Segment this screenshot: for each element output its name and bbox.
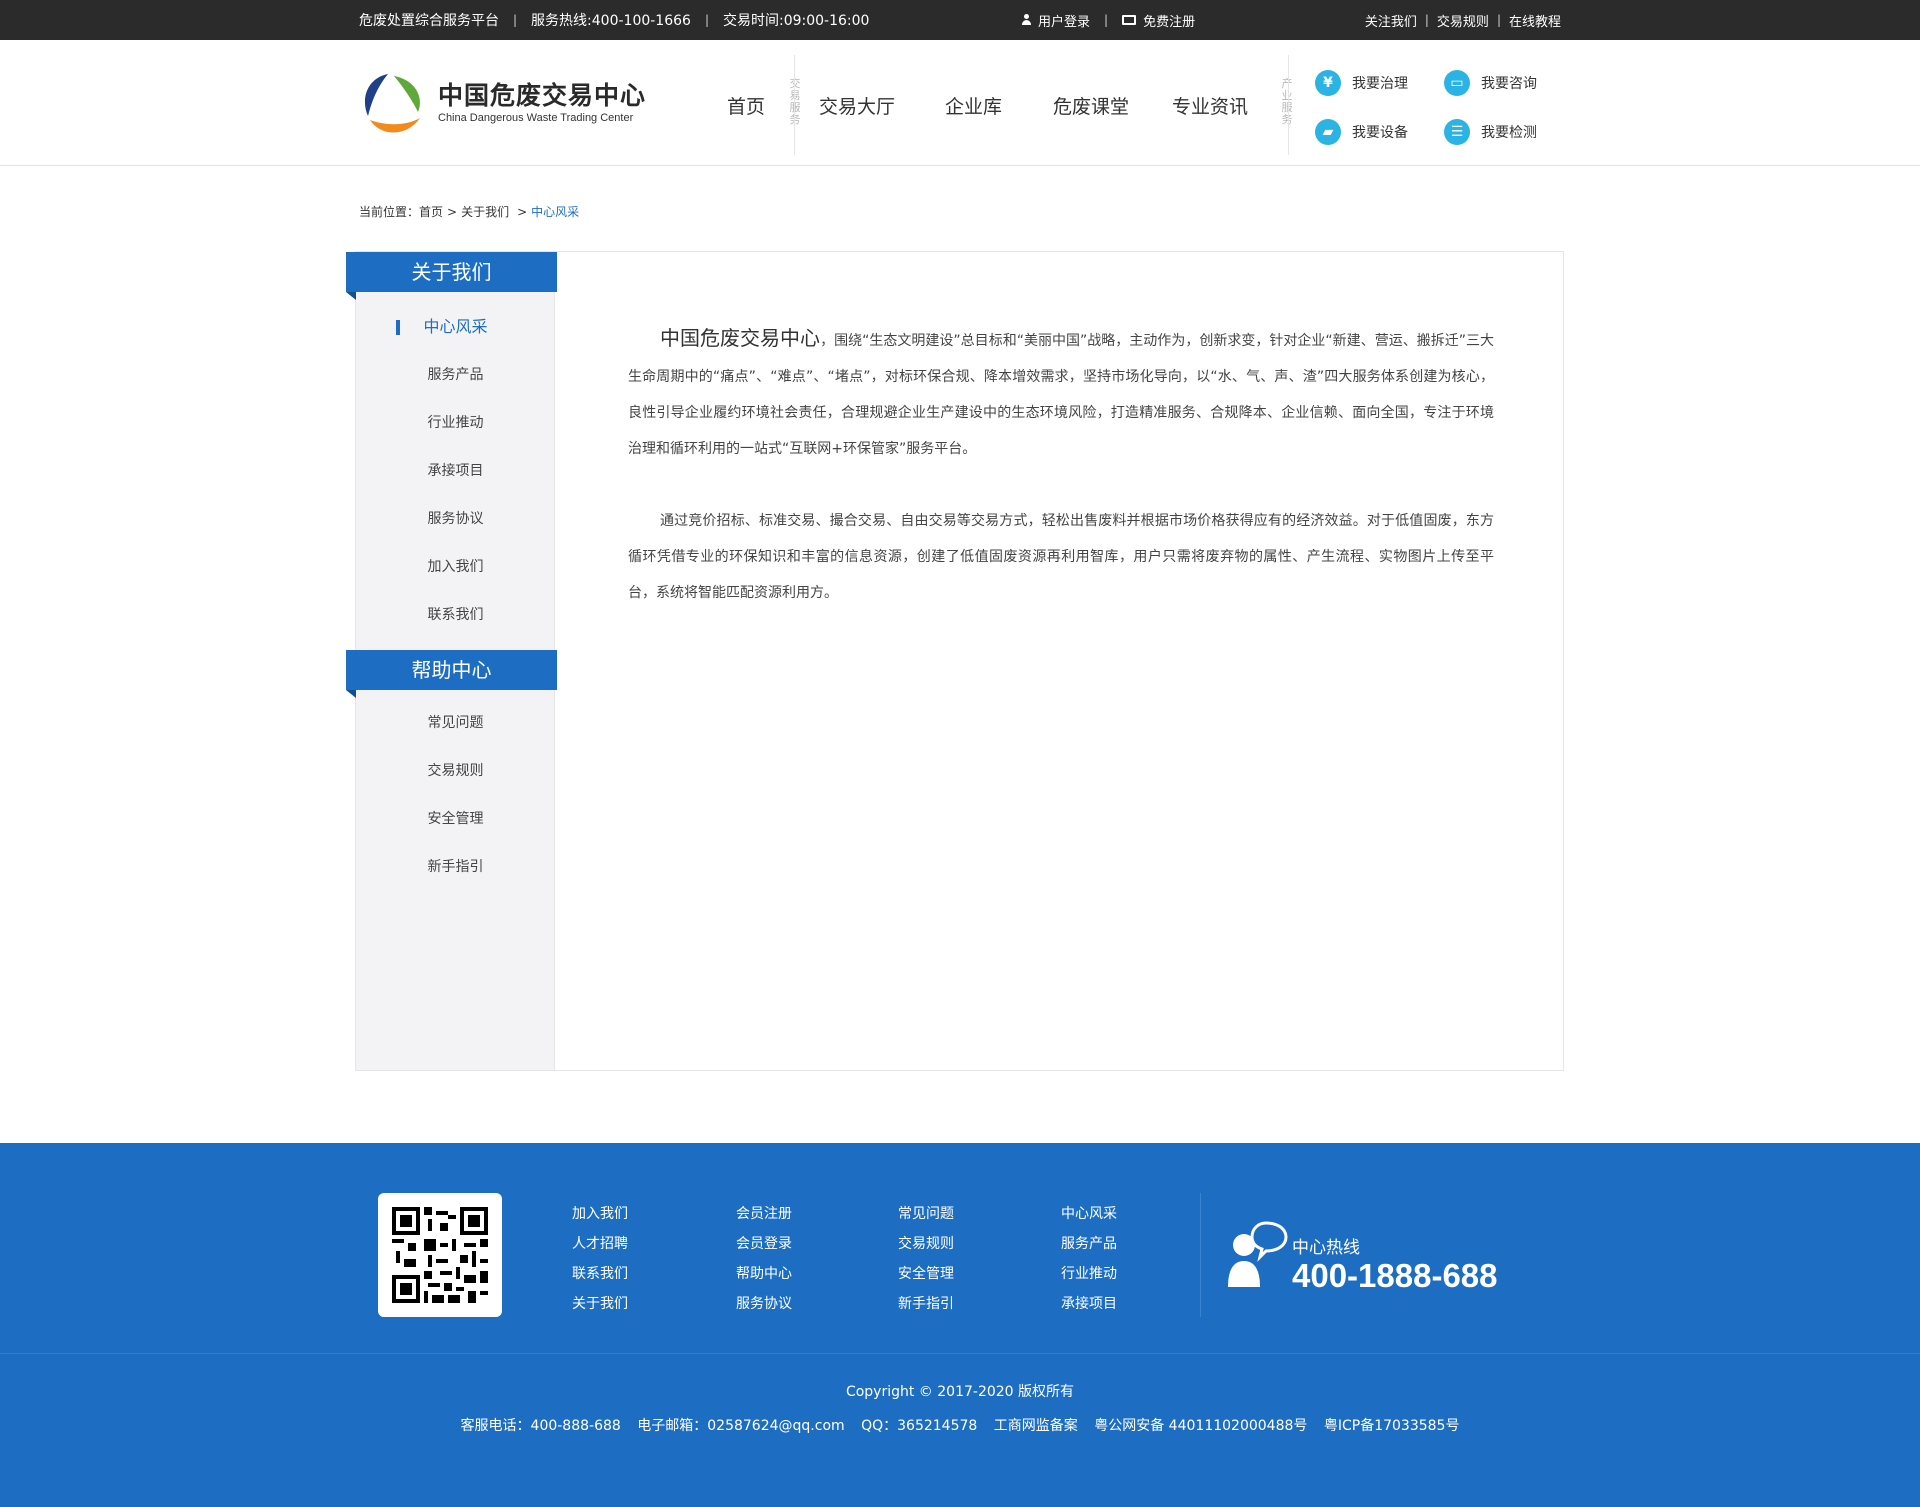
site-footer: 加入我们 人才招聘 联系我们 关于我们 会员注册 会员登录 帮助中心 服务协议 …	[0, 1143, 1920, 1507]
sidebar-item-projects[interactable]: 承接项目	[356, 456, 555, 486]
online-tutorial-link[interactable]: 在线教程	[1509, 11, 1561, 30]
footer-column: 常见问题 交易规则 安全管理 新手指引	[898, 1199, 954, 1319]
trade-rules-link[interactable]: 交易规则	[1437, 11, 1489, 30]
service-label: 我要咨询	[1481, 76, 1537, 92]
sidebar-item-center-style[interactable]: 中心风采	[356, 312, 555, 342]
qr-code-icon	[392, 1207, 488, 1303]
footer-column: 加入我们 人才招聘 联系我们 关于我们	[572, 1199, 628, 1319]
trade-service-label: 交易服务	[789, 77, 801, 126]
contact-qq: QQ：365214578	[861, 1418, 978, 1434]
site-header: 中国危废交易中心 China Dangerous Waste Trading C…	[0, 40, 1920, 166]
user-icon	[1021, 14, 1032, 26]
nav-trading-hall[interactable]: 交易大厅	[819, 92, 895, 119]
footer-hotline: 中心热线 400-1888-688	[1226, 1221, 1526, 1301]
footer-link[interactable]: 行业推动	[1061, 1259, 1117, 1289]
footer-link[interactable]: 新手指引	[898, 1289, 954, 1319]
footer-link[interactable]: 人才招聘	[572, 1229, 628, 1259]
industry-service-label: 产业服务	[1281, 77, 1293, 126]
footer-link[interactable]: 承接项目	[1061, 1289, 1117, 1319]
paragraph: 通过竞价招标、标准交易、撮合交易、自由交易等交易方式，轻松出售废料并根据市场价格…	[628, 513, 1494, 601]
footer-link[interactable]: 常见问题	[898, 1199, 954, 1229]
paragraph: 中国危废交易中心，围绕“生态文明建设”总目标和“美丽中国”战略，主动作为，创新求…	[628, 326, 1495, 457]
sidebar-heading-help: 帮助中心	[346, 650, 557, 698]
card-icon: ▭	[1444, 70, 1470, 96]
footer-link[interactable]: 服务协议	[736, 1289, 792, 1319]
customer-phone: 客服电话：400-888-688	[460, 1418, 621, 1434]
service-equipment[interactable]: ▰ 我要设备	[1315, 119, 1408, 145]
platform-name: 危废处置综合服务平台	[359, 13, 499, 29]
sidebar-item-contact-us[interactable]: 联系我们	[356, 600, 555, 630]
article-content: 中国危废交易中心，围绕“生态文明建设”总目标和“美丽中国”战略，主动作为，创新求…	[628, 320, 1494, 611]
nav-divider	[794, 55, 795, 155]
footer-link[interactable]: 关于我们	[572, 1289, 628, 1319]
footer-column: 中心风采 服务产品 行业推动 承接项目	[1061, 1199, 1117, 1319]
footer-link[interactable]: 安全管理	[898, 1259, 954, 1289]
sidebar-item-service-agreement[interactable]: 服务协议	[356, 504, 555, 534]
login-link[interactable]: 用户登录	[1038, 11, 1090, 30]
register-link[interactable]: 免费注册	[1143, 11, 1195, 30]
service-consulting[interactable]: ▭ 我要咨询	[1444, 70, 1537, 96]
service-label: 我要检测	[1481, 125, 1537, 141]
nav-divider	[1288, 55, 1289, 155]
follow-us-link[interactable]: 关注我们	[1365, 11, 1417, 30]
breadcrumb-prefix: 当前位置：	[359, 205, 420, 219]
breadcrumb-home[interactable]: 首页	[419, 203, 443, 220]
footer-link[interactable]: 会员登录	[736, 1229, 792, 1259]
list-icon: ☰	[1444, 119, 1470, 145]
support-person-icon	[1228, 1221, 1288, 1287]
footer-link[interactable]: 服务产品	[1061, 1229, 1117, 1259]
footer-link[interactable]: 交易规则	[898, 1229, 954, 1259]
nav-waste-classroom[interactable]: 危废课堂	[1053, 92, 1129, 119]
footer-divider	[1200, 1193, 1201, 1317]
trading-hours: 交易时间:09:00-16:00	[723, 13, 870, 29]
service-testing[interactable]: ☰ 我要检测	[1444, 119, 1537, 145]
sidebar-item-service-products[interactable]: 服务产品	[356, 360, 555, 390]
main-panel: 关于我们 中心风采 服务产品 行业推动 承接项目 服务协议 加入我们 联系我们 …	[346, 251, 1564, 1071]
sidebar: 关于我们 中心风采 服务产品 行业推动 承接项目 服务协议 加入我们 联系我们 …	[346, 252, 557, 1070]
service-hotline: 服务热线:400-100-1666	[531, 13, 691, 29]
yen-icon: ¥	[1315, 70, 1341, 96]
sidebar-item-trade-rules[interactable]: 交易规则	[356, 756, 555, 786]
footer-link[interactable]: 联系我们	[572, 1259, 628, 1289]
footer-link[interactable]: 中心风采	[1061, 1199, 1117, 1229]
id-card-icon	[1122, 15, 1137, 25]
sidebar-item-faq[interactable]: 常见问题	[356, 708, 555, 738]
truck-icon: ▰	[1315, 119, 1341, 145]
footer-contact-info: 客服电话：400-888-688 电子邮箱：02587624@qq.com QQ…	[0, 1415, 1920, 1435]
site-logo[interactable]: 中国危废交易中心 China Dangerous Waste Trading C…	[358, 70, 648, 140]
footer-link[interactable]: 加入我们	[572, 1199, 628, 1229]
sidebar-item-join-us[interactable]: 加入我们	[356, 552, 555, 582]
footer-separator	[0, 1353, 1920, 1354]
contact-email: 电子邮箱：02587624@qq.com	[637, 1418, 845, 1434]
police-record[interactable]: 粤公网安备 44011102000488号	[1094, 1418, 1307, 1434]
copyright: Copyright © 2017-2020 版权所有	[845, 1384, 1075, 1400]
sidebar-item-beginner-guide[interactable]: 新手指引	[356, 852, 555, 882]
logo-chinese-name: 中国危废交易中心	[438, 81, 647, 110]
breadcrumb: 当前位置： 首页 > 关于我们 > 中心风采	[359, 203, 580, 220]
footer-link[interactable]: 会员注册	[736, 1199, 792, 1229]
qr-code	[378, 1193, 502, 1317]
breadcrumb-current: 中心风采	[531, 205, 580, 219]
top-bar: 危废处置综合服务平台 | 服务热线:400-100-1666 | 交易时间:09…	[0, 0, 1920, 40]
service-governance[interactable]: ¥ 我要治理	[1315, 70, 1408, 96]
breadcrumb-about[interactable]: 关于我们	[461, 203, 509, 220]
nav-professional-news[interactable]: 专业资讯	[1172, 92, 1248, 119]
hotline-label: 中心热线	[1292, 1238, 1360, 1258]
hotline-number: 400-1888-688	[1292, 1257, 1498, 1294]
icp-record[interactable]: 粤ICP备17033585号	[1324, 1418, 1460, 1434]
leaf-logo-icon	[364, 74, 420, 133]
nav-enterprise-library[interactable]: 企业库	[945, 92, 1002, 119]
sidebar-item-safety[interactable]: 安全管理	[356, 804, 555, 834]
service-label: 我要治理	[1352, 76, 1408, 92]
sidebar-item-industry-promotion[interactable]: 行业推动	[356, 408, 555, 438]
supervision-record[interactable]: 工商网监备案	[994, 1418, 1078, 1434]
footer-column: 会员注册 会员登录 帮助中心 服务协议	[736, 1199, 792, 1319]
service-label: 我要设备	[1352, 125, 1408, 141]
article-lead: 中国危废交易中心	[660, 326, 821, 350]
nav-home[interactable]: 首页	[727, 92, 765, 119]
footer-link[interactable]: 帮助中心	[736, 1259, 792, 1289]
logo-english-name: China Dangerous Waste Trading Center	[438, 112, 634, 124]
sidebar-heading-about: 关于我们	[346, 252, 557, 300]
